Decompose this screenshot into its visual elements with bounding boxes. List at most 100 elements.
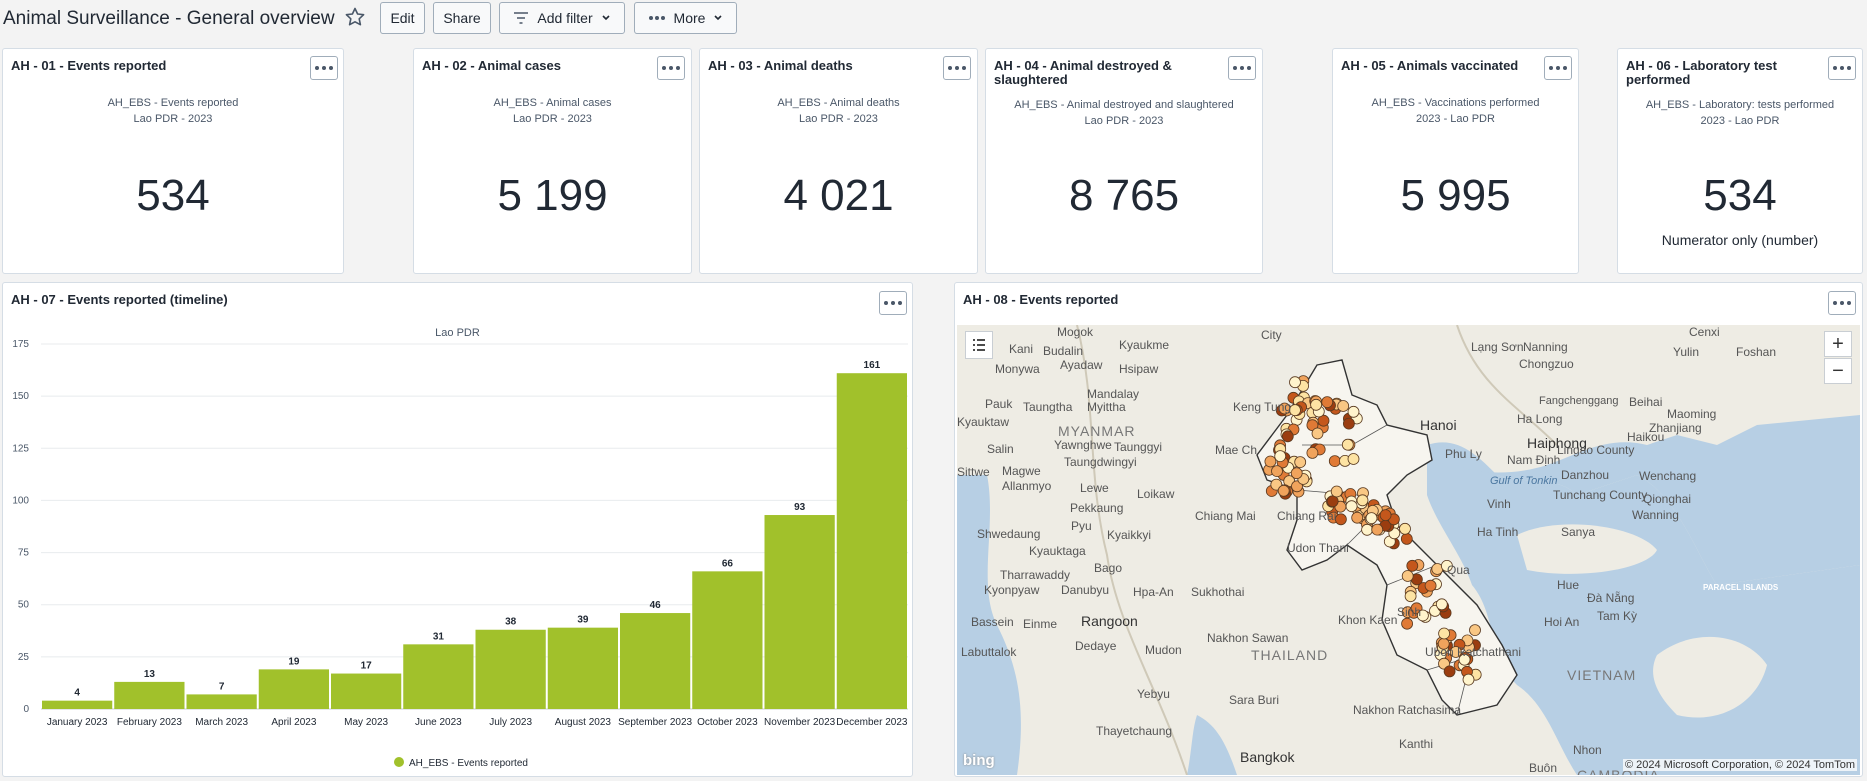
map-event-dot[interactable] <box>1438 627 1451 640</box>
bar[interactable] <box>547 627 618 709</box>
card-subtitle: AH_EBS - Events reported <box>107 97 239 109</box>
map-event-dot[interactable] <box>1347 405 1360 418</box>
map-label: Bangkok <box>1240 749 1295 765</box>
card-menu-button[interactable] <box>1544 56 1572 80</box>
map-event-dot[interactable] <box>1290 467 1303 480</box>
card-menu-button[interactable] <box>310 56 338 80</box>
map-event-dot[interactable] <box>1443 665 1456 678</box>
map-event-dot[interactable] <box>1326 495 1339 508</box>
map-event-dot[interactable] <box>1371 523 1384 536</box>
map-event-dot[interactable] <box>1469 624 1481 637</box>
minus-icon: − <box>1832 359 1844 382</box>
edit-button[interactable]: Edit <box>380 2 425 34</box>
map-label: Tam Kỳ <box>1597 609 1638 623</box>
map-event-dot[interactable] <box>1401 617 1414 630</box>
map-label: Pyu <box>1071 519 1092 533</box>
map-event-dot[interactable] <box>1401 570 1414 582</box>
bar[interactable] <box>836 373 907 709</box>
x-tick-label: June 2023 <box>415 717 462 728</box>
map-event-dot[interactable] <box>1351 511 1364 524</box>
map-label: Danubyu <box>1061 583 1110 597</box>
map-event-dot[interactable] <box>1435 598 1448 611</box>
card-subtitle: Lao PDR - 2023 <box>1084 115 1164 127</box>
map-label: Einme <box>1023 617 1058 631</box>
map-event-dot[interactable] <box>1264 455 1277 468</box>
bar[interactable] <box>258 669 329 709</box>
card-subtitle: Lao PDR - 2023 <box>133 113 213 125</box>
bar[interactable] <box>764 515 835 709</box>
map-event-dot[interactable] <box>1311 427 1324 440</box>
card-menu-button[interactable] <box>1828 56 1856 80</box>
y-tick-label: 150 <box>12 391 29 402</box>
map-event-dot[interactable] <box>1404 590 1417 603</box>
data-label: 19 <box>288 656 300 667</box>
map-label: Taungdwingyi <box>1064 455 1137 469</box>
map-label: Ha Tinh <box>1477 525 1519 539</box>
map-event-dot[interactable] <box>1281 430 1294 443</box>
y-tick-label: 50 <box>18 600 30 611</box>
add-filter-button[interactable]: Add filter <box>499 2 625 34</box>
map-event-dot[interactable] <box>1328 455 1341 468</box>
star-icon[interactable] <box>343 5 367 29</box>
map-event-dot[interactable] <box>1289 404 1301 416</box>
bar[interactable] <box>42 700 113 709</box>
chevron-down-icon <box>714 15 723 21</box>
map-event-dot[interactable] <box>1310 398 1323 411</box>
map-event-dot[interactable] <box>1289 376 1301 389</box>
map-event-dot[interactable] <box>1337 400 1350 412</box>
zoom-in-button[interactable]: + <box>1824 331 1852 357</box>
zoom-out-button[interactable]: − <box>1824 358 1852 384</box>
map-event-dot[interactable] <box>1306 447 1319 459</box>
map-event-dot[interactable] <box>1294 456 1307 469</box>
card-title: AH - 05 - Animals vaccinated <box>1341 58 1519 73</box>
kpi-value: 8 765 <box>1068 171 1180 220</box>
map-label: Hsipaw <box>1119 362 1159 376</box>
map-event-dot[interactable] <box>1271 465 1283 478</box>
map-label: Sara Buri <box>1229 693 1280 707</box>
more-button[interactable]: More <box>634 2 737 34</box>
legend-toggle-button[interactable] <box>965 331 993 359</box>
bar[interactable] <box>403 644 474 709</box>
map-event-dot[interactable] <box>1341 438 1354 451</box>
map-event-dot[interactable] <box>1406 559 1419 572</box>
card-menu-button[interactable] <box>1228 56 1256 80</box>
map-event-dot[interactable] <box>1361 523 1374 536</box>
map-event-dot[interactable] <box>1462 673 1475 686</box>
bar[interactable] <box>692 571 763 709</box>
map-event-dot[interactable] <box>1274 450 1287 463</box>
x-tick-label: September 2023 <box>618 717 692 728</box>
map-event-dot[interactable] <box>1321 396 1334 408</box>
bar[interactable] <box>186 694 257 709</box>
card-menu-button[interactable] <box>943 56 971 80</box>
card-subtitle: AH_EBS - Animal destroyed and slaughtere… <box>1014 99 1234 111</box>
map-event-dot[interactable] <box>1342 417 1355 430</box>
map-label-country: MYANMAR <box>1058 423 1136 439</box>
map-event-dot[interactable] <box>1347 453 1360 465</box>
bar[interactable] <box>331 673 402 709</box>
map-label: Fangchenggang <box>1539 395 1619 407</box>
map-view[interactable]: Mogok Kani Budalin Kyaukme Monywa Ayadaw… <box>957 325 1860 775</box>
map-event-dot[interactable] <box>1365 512 1378 525</box>
card-menu-button[interactable] <box>1828 291 1856 315</box>
x-tick-label: December 2023 <box>836 717 908 728</box>
list-icon <box>973 339 985 351</box>
map-event-dot[interactable] <box>1379 509 1392 522</box>
map-event-dot[interactable] <box>1334 513 1347 526</box>
map-label: Danzhou <box>1561 468 1610 482</box>
share-button[interactable]: Share <box>433 2 491 34</box>
bar[interactable] <box>475 629 546 709</box>
map-event-dot[interactable] <box>1330 485 1343 498</box>
map-event-dot[interactable] <box>1345 500 1358 513</box>
bar[interactable] <box>114 681 185 709</box>
card-menu-button[interactable] <box>657 56 685 80</box>
map-event-dot[interactable] <box>1356 494 1369 507</box>
map-event-dot[interactable] <box>1277 484 1290 497</box>
map-label: Qionghai <box>1643 492 1692 506</box>
map-event-dot[interactable] <box>1400 532 1413 545</box>
map-label: Nanning <box>1523 340 1568 354</box>
legend-label[interactable]: AH_EBS - Events reported <box>409 758 528 769</box>
bar[interactable] <box>620 613 691 709</box>
map-event-dot[interactable] <box>1424 579 1437 592</box>
data-label: 93 <box>794 502 806 513</box>
map-event-dot[interactable] <box>1399 522 1411 535</box>
